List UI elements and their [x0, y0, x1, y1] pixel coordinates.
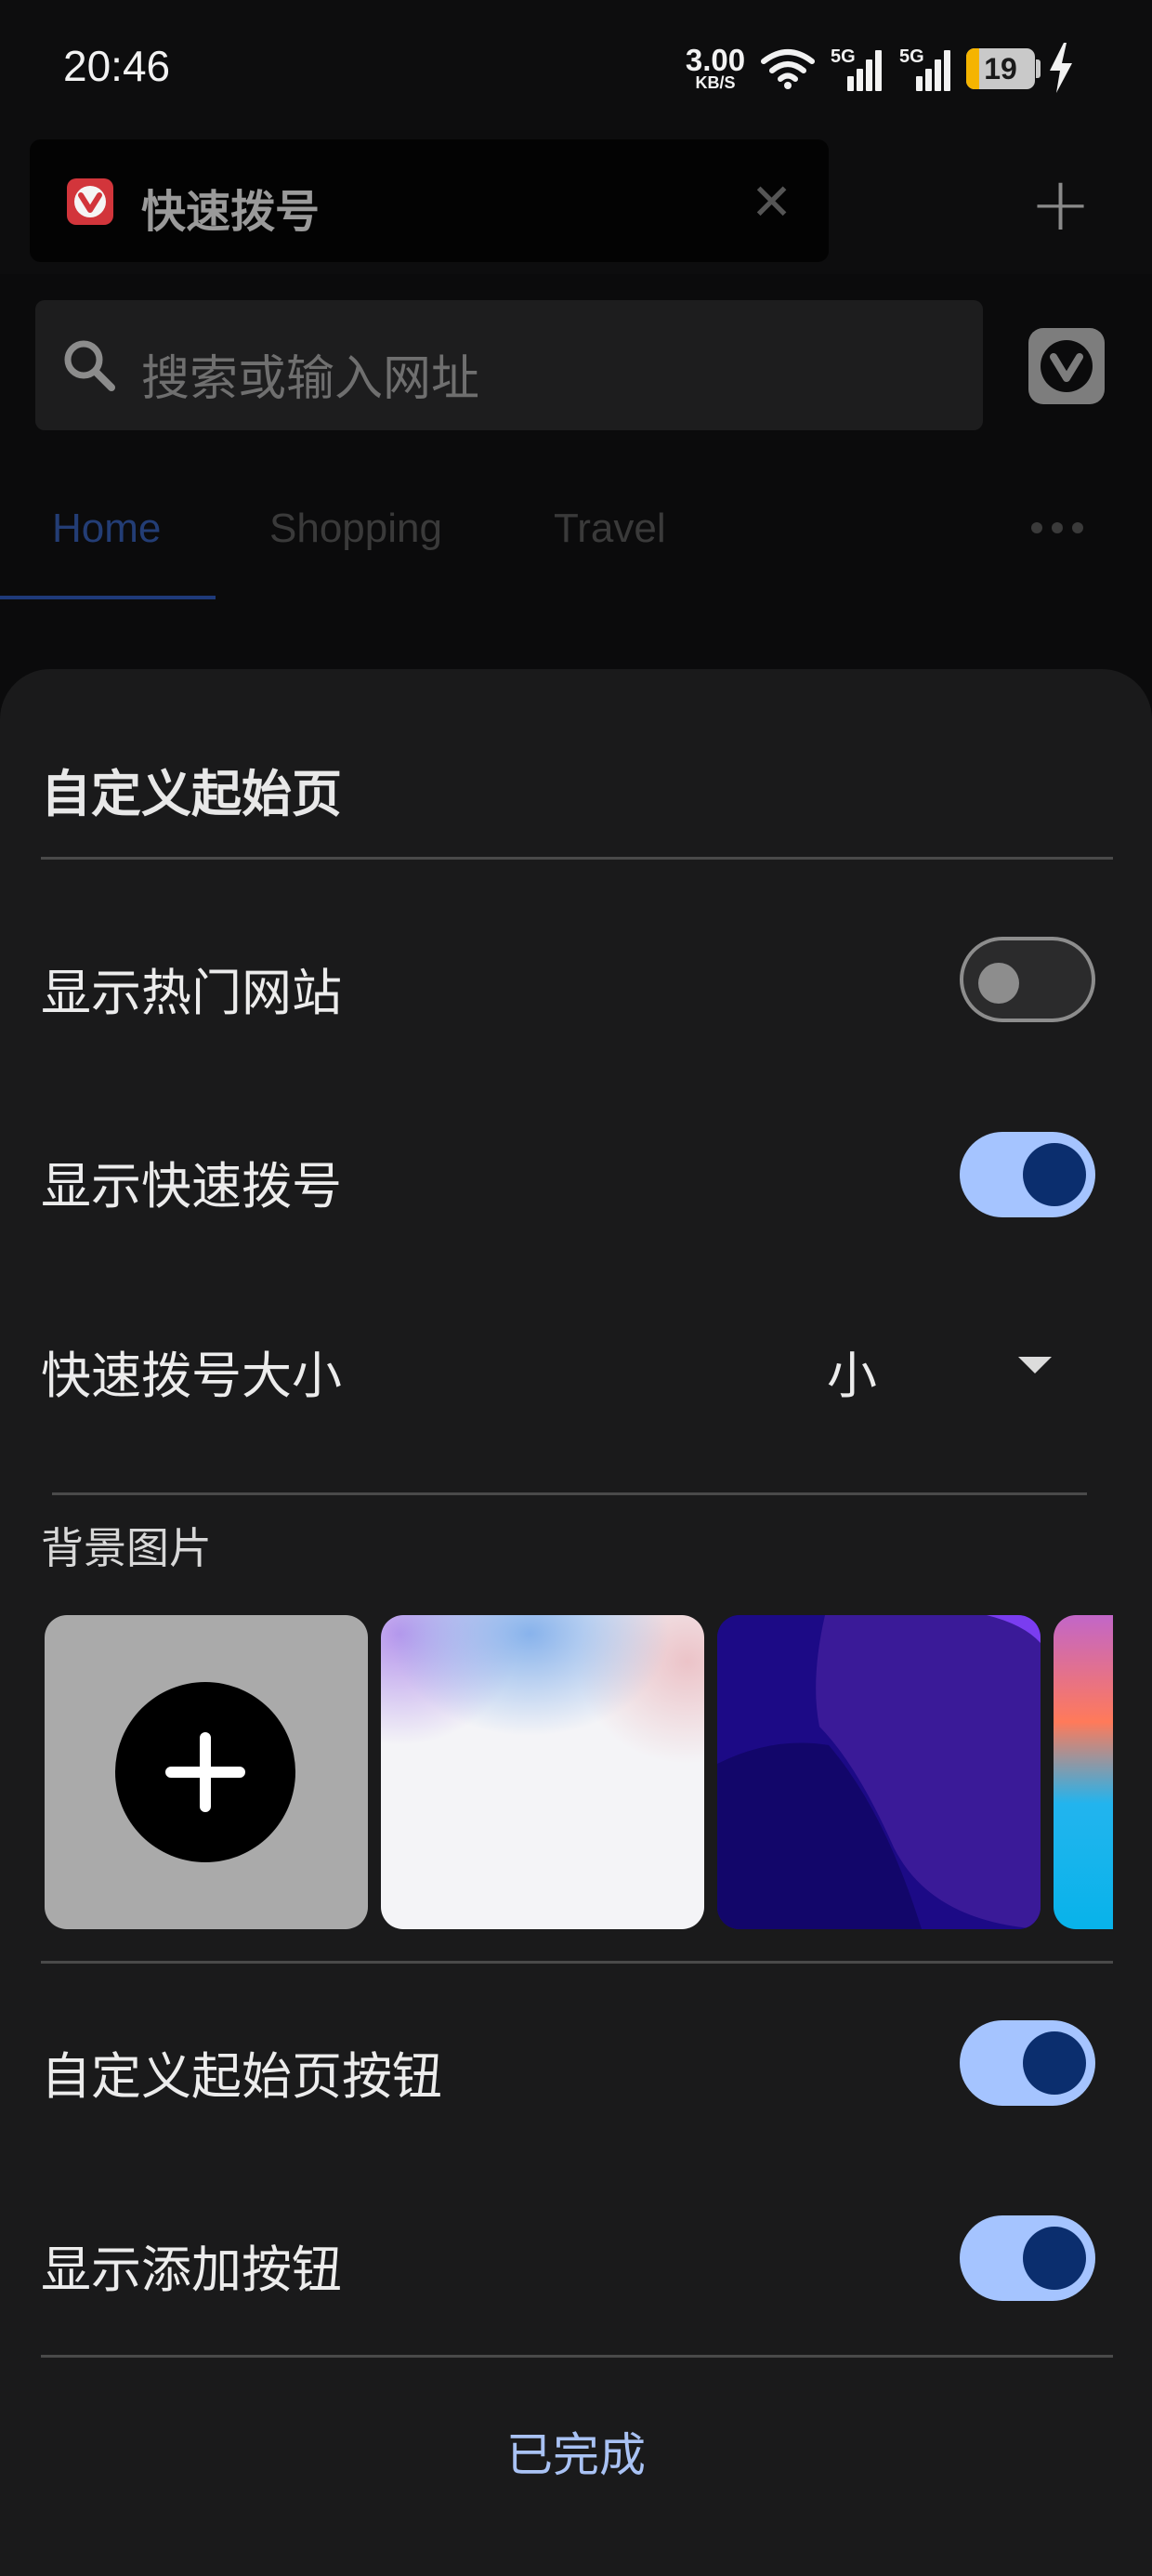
divider	[52, 1492, 1087, 1495]
battery-level: 19	[984, 52, 1017, 85]
search-input[interactable]: 搜索或输入网址	[35, 300, 983, 430]
network-speed-value: 3.00	[685, 43, 746, 77]
show-top-sites-label: 显示热门网站	[41, 964, 342, 1022]
tab-travel[interactable]: Travel	[554, 506, 666, 552]
battery-cap	[1036, 59, 1041, 78]
divider	[41, 857, 1113, 860]
battery-icon: 19	[966, 48, 1035, 89]
signal-icon: 5G	[831, 46, 886, 91]
plus-icon[interactable]: +	[1029, 167, 1092, 242]
add-background-button[interactable]	[45, 1615, 368, 1929]
done-button[interactable]: 已完成	[0, 2418, 1152, 2485]
vivaldi-logo-icon	[67, 178, 113, 225]
sim2-type: 5G	[899, 46, 924, 67]
search-icon	[64, 340, 115, 391]
background-thumbnail[interactable]	[1054, 1615, 1113, 1929]
more-horizontal-icon[interactable]	[1028, 513, 1087, 543]
customize-button-toggle[interactable]	[960, 2020, 1095, 2106]
network-speed: 3.00 KB/S	[680, 43, 751, 91]
background-thumbnails	[45, 1615, 1113, 1929]
divider	[41, 1961, 1113, 1964]
background-image-label: 背景图片	[41, 1523, 212, 1573]
plus-icon	[115, 1682, 295, 1862]
show-speed-dial-toggle[interactable]	[960, 1132, 1095, 1217]
search-placeholder: 搜索或输入网址	[141, 351, 480, 407]
show-speed-dial-label: 显示快速拨号	[41, 1157, 342, 1216]
speed-dial-size-select[interactable]: 小	[827, 1334, 877, 1408]
tab-title: 快速拨号	[141, 186, 321, 238]
sim1-type: 5G	[831, 46, 856, 67]
signal-icon: 5G	[899, 46, 955, 91]
clock: 20:46	[63, 42, 171, 90]
tab-shopping[interactable]: Shopping	[269, 506, 442, 552]
show-add-button-toggle[interactable]	[960, 2215, 1095, 2301]
charging-icon	[1050, 43, 1072, 93]
show-top-sites-toggle[interactable]	[960, 937, 1095, 1022]
background-thumbnail[interactable]	[381, 1615, 704, 1929]
tab-speed-dial[interactable]: 快速拨号 ✕	[30, 139, 829, 262]
show-add-button-label: 显示添加按钮	[41, 2241, 342, 2299]
close-icon[interactable]: ✕	[751, 173, 792, 231]
background-thumbnail[interactable]	[717, 1615, 1041, 1929]
sheet-title: 自定义起始页	[41, 765, 342, 823]
vivaldi-menu-icon[interactable]	[1028, 328, 1105, 404]
tab-home[interactable]: Home	[52, 506, 161, 552]
wifi-icon	[761, 49, 815, 89]
speed-dial-size-label: 快速拨号大小	[41, 1347, 342, 1405]
active-tab-indicator	[0, 596, 216, 599]
customize-button-label: 自定义起始页按钮	[41, 2047, 442, 2106]
chevron-down-icon[interactable]	[1018, 1357, 1052, 1373]
status-bar: 20:46 3.00 KB/S 5G 5G 19	[0, 0, 1152, 130]
divider	[41, 2355, 1113, 2358]
